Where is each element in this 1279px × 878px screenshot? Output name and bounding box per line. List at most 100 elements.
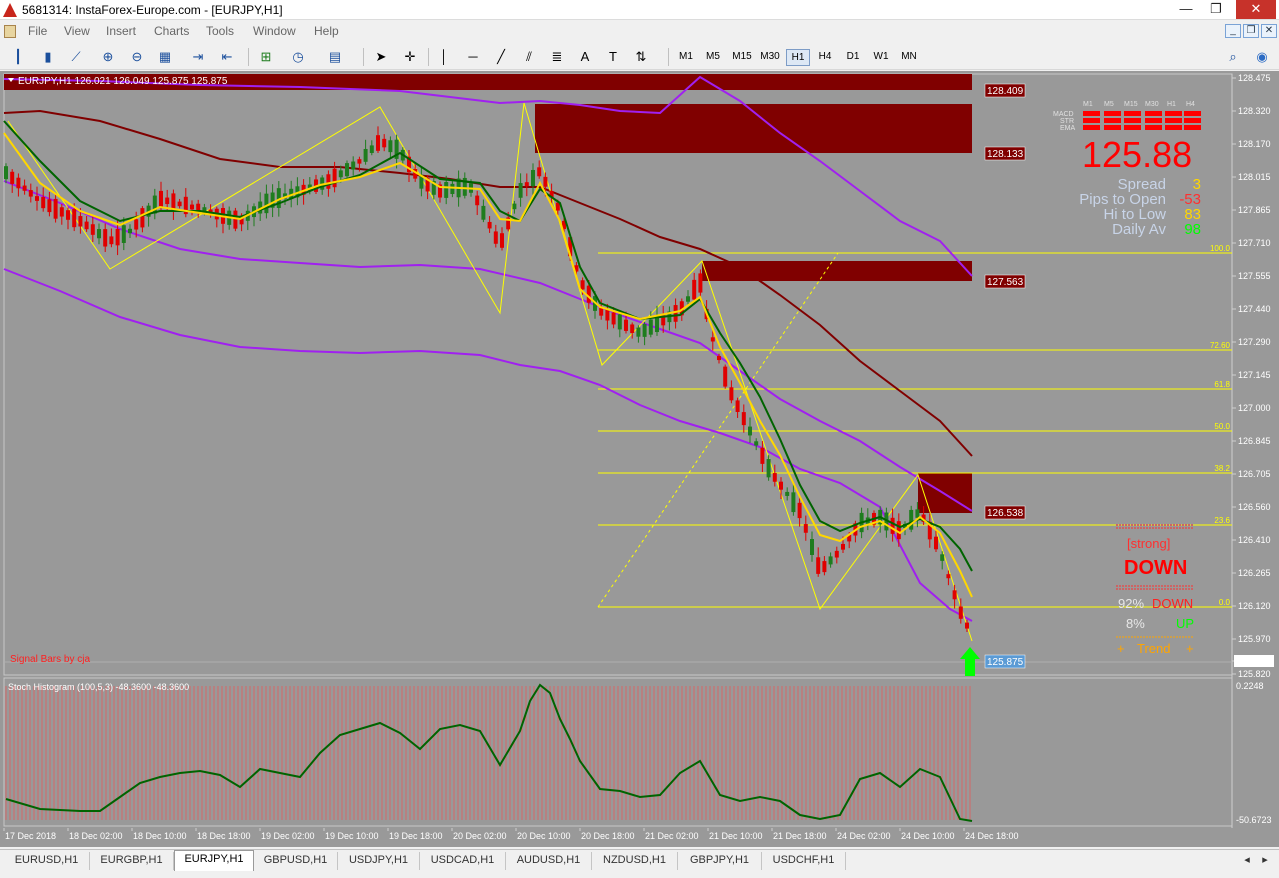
vertical-line-icon[interactable]: │: [436, 49, 452, 65]
price-tick-label: 127.290: [1238, 337, 1271, 347]
tab-nzdusd[interactable]: NZDUSD,H1: [592, 852, 678, 870]
current-price-label: 125.875: [987, 657, 1024, 668]
candles-icon[interactable]: ▮: [40, 49, 56, 65]
cursor-icon[interactable]: ➤: [373, 49, 389, 65]
mdi-minimize-button[interactable]: _: [1225, 24, 1241, 38]
community-icon[interactable]: ◉: [1254, 49, 1270, 65]
autoscroll-icon[interactable]: ⇤: [219, 49, 235, 65]
panel-signal-cell: [1083, 118, 1100, 123]
candle-body: [965, 622, 969, 629]
candle-body: [605, 309, 610, 321]
timeframe-m30[interactable]: M30: [757, 49, 783, 66]
timeframe-d1[interactable]: D1: [842, 49, 864, 66]
tabs-scroll-right-icon[interactable]: ▸: [1258, 852, 1272, 870]
timeframe-h1[interactable]: H1: [786, 49, 810, 66]
scroll-chart-icon[interactable]: ⇥: [190, 49, 206, 65]
candle-body: [53, 198, 58, 219]
candle-body: [109, 236, 114, 245]
fib-level-label: 61.8: [1214, 380, 1230, 389]
trendline-icon[interactable]: ╱: [493, 49, 509, 65]
tab-eurgbp[interactable]: EURGBP,H1: [90, 852, 174, 870]
text-icon[interactable]: A: [577, 49, 593, 65]
time-tick-label: 21 Dec 02:00: [645, 831, 699, 841]
templates-icon[interactable]: ▤: [327, 49, 343, 65]
band-middle: [3, 180, 973, 512]
price-tick-label: 126.265: [1238, 568, 1271, 578]
menu-insert[interactable]: Insert: [106, 24, 136, 38]
arrows-icon[interactable]: ⇅: [633, 49, 649, 65]
periods-icon[interactable]: ◷: [290, 49, 306, 65]
oscillator-tick-label: 0.2248: [1236, 681, 1264, 691]
bar-chart-icon[interactable]: ┃: [10, 49, 26, 65]
price-tick-label: 126.845: [1238, 436, 1271, 446]
menu-tools[interactable]: Tools: [206, 24, 234, 38]
close-button[interactable]: ✕: [1236, 0, 1276, 19]
maximize-button[interactable]: ❐: [1202, 0, 1230, 19]
panel-header: M30: [1145, 101, 1159, 108]
zoom-in-icon[interactable]: ⊕: [100, 49, 116, 65]
candle-body: [493, 231, 498, 244]
app-logo-icon: [3, 3, 17, 17]
candle-body: [388, 140, 393, 153]
timeframe-m1[interactable]: M1: [675, 49, 697, 66]
timeframe-mn[interactable]: MN: [897, 49, 921, 66]
tab-audusd[interactable]: AUDUSD,H1: [506, 852, 592, 870]
candle-body: [940, 554, 945, 561]
candle-body: [475, 195, 480, 206]
tab-usdcad[interactable]: USDCAD,H1: [420, 852, 506, 870]
trend-label: Trend: [1137, 641, 1170, 656]
tab-eurjpy[interactable]: EURJPY,H1: [174, 850, 254, 871]
timeframe-m5[interactable]: M5: [702, 49, 724, 66]
minimize-button[interactable]: —: [1172, 0, 1200, 19]
timeframe-h4[interactable]: H4: [814, 49, 836, 66]
mdi-restore-button[interactable]: ❐: [1243, 24, 1259, 38]
text-label-icon[interactable]: T: [605, 49, 621, 65]
candle-body: [363, 148, 368, 162]
oscillator-header: Stoch Histogram (100,5,3) -48.3600 -48.3…: [8, 682, 189, 692]
menu-window[interactable]: Window: [253, 24, 296, 38]
chart-window[interactable]: 128.475 128.320 128.170 128.015 127.865 127.7…: [0, 71, 1279, 847]
candle-body: [723, 366, 728, 387]
panel-header: H4: [1186, 101, 1195, 108]
timeframe-w1[interactable]: W1: [870, 49, 892, 66]
new-indicator-icon[interactable]: ⊞: [258, 49, 274, 65]
fibonacci-icon[interactable]: ≣: [549, 49, 565, 65]
slow-moving-average: [3, 109, 973, 457]
tab-usdjpy[interactable]: USDJPY,H1: [338, 852, 420, 870]
menu-file[interactable]: File: [28, 24, 47, 38]
channel-icon[interactable]: ⫽: [521, 49, 537, 65]
price-chart-svg[interactable]: 128.475 128.320 128.170 128.015 127.865 127.7…: [0, 71, 1279, 847]
zoom-out-icon[interactable]: ⊖: [129, 49, 145, 65]
tabs-scroll-left-icon[interactable]: ◂: [1240, 852, 1254, 870]
menu-charts[interactable]: Charts: [154, 24, 189, 38]
menu-help[interactable]: Help: [314, 24, 339, 38]
tab-eurusd[interactable]: EURUSD,H1: [4, 852, 90, 870]
trend-right-marker: +: [1186, 641, 1194, 656]
panel-signal-cell: [1184, 111, 1201, 116]
candle-body: [648, 319, 653, 335]
line-chart-icon[interactable]: ⟋: [68, 49, 84, 65]
tile-windows-icon[interactable]: ▦: [157, 49, 173, 65]
price-tick-label: 127.145: [1238, 370, 1271, 380]
tab-gbpusd[interactable]: GBPUSD,H1: [254, 852, 338, 870]
candle-body: [958, 606, 963, 619]
chart-document-icon[interactable]: [4, 25, 16, 38]
tab-usdchf[interactable]: USDCHF,H1: [762, 852, 846, 870]
candle-body: [97, 229, 101, 239]
candle-body: [512, 203, 517, 210]
timeframe-m15[interactable]: M15: [729, 49, 755, 66]
panel-signal-cell: [1083, 125, 1100, 130]
stoch-histogram-line: [5, 683, 973, 822]
tab-gbpjpy[interactable]: GBPJPY,H1: [678, 852, 762, 870]
crosshair-icon[interactable]: ✛: [402, 49, 418, 65]
panel-header: M15: [1124, 101, 1138, 108]
fib-level-label: 38.2: [1214, 464, 1230, 473]
menu-view[interactable]: View: [64, 24, 90, 38]
menu-bar: File View Insert Charts Tools Window Hel…: [0, 21, 1279, 43]
candle-body: [16, 177, 21, 189]
horizontal-line-icon[interactable]: ─: [465, 49, 481, 65]
candle-body: [599, 307, 604, 316]
search-icon[interactable]: ⌕: [1225, 49, 1241, 65]
mdi-close-button[interactable]: ✕: [1261, 24, 1277, 38]
panel-signal-cell: [1145, 111, 1162, 116]
